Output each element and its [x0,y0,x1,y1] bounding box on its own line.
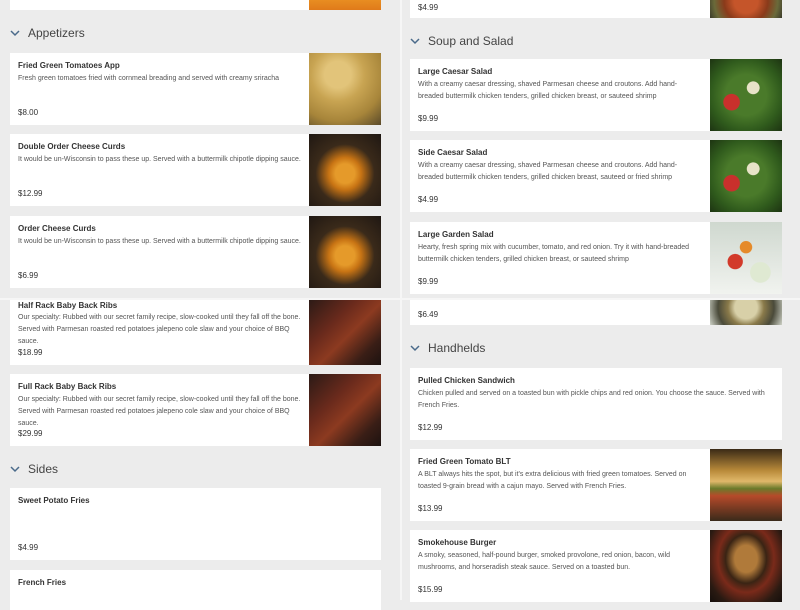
item-price: $6.99 [18,271,39,280]
item-name: Fried Green Tomato BLT [418,457,511,466]
caesar-salad-photo [710,140,782,212]
item-price: $8.00 [18,108,39,117]
menu-item-card[interactable]: Fried Green Tomatoes App Fresh green tom… [10,53,381,125]
menu-column-right: $4.99 Soup and Salad Large Caesar Salad … [402,0,800,602]
section-title: Sides [28,462,59,476]
menu-item-card[interactable]: $6.49 [410,300,782,325]
section-header-appetizers[interactable]: Appetizers [10,26,85,40]
menu-item-card[interactable]: Side Caesar Salad With a creamy caesar d… [410,140,782,212]
item-price: $15.99 [418,585,443,594]
soup-photo [710,0,782,18]
chevron-down-icon [410,38,420,45]
menu-item-card[interactable]: Half Rack Baby Back Ribs Our specialty: … [10,299,381,365]
item-description: Our specialty: Rubbed with our secret fa… [18,396,301,427]
menu-item-card[interactable] [10,0,381,10]
item-name: Sweet Potato Fries [18,496,90,505]
section-title: Handhelds [428,341,486,355]
item-price: $18.99 [18,348,43,357]
item-price: $9.99 [418,114,439,123]
item-description: Chicken pulled and served on a toasted b… [418,390,765,409]
item-price: $12.99 [18,189,43,198]
item-price: $13.99 [418,504,443,513]
item-description: Fresh green tomatoes fried with cornmeal… [18,75,280,82]
item-name: Large Caesar Salad [418,67,493,76]
item-price: $4.99 [18,543,39,552]
soup-bowl-photo [710,300,782,325]
section-header-handhelds[interactable]: Handhelds [410,341,485,355]
item-price: $29.99 [18,429,43,438]
menu-item-card[interactable]: Large Garden Salad Hearty, fresh spring … [410,222,782,294]
item-name: Side Caesar Salad [418,148,488,157]
item-name: Large Garden Salad [418,230,494,239]
item-name: Pulled Chicken Sandwich [418,376,515,385]
menu-column-left: Appetizers Fried Green Tomatoes App Fres… [0,0,400,610]
item-description: It would be un-Wisconsin to pass these u… [18,238,301,245]
chevron-down-icon [10,30,20,37]
chevron-down-icon [10,466,20,473]
item-name: Fried Green Tomatoes App [18,61,120,70]
menu-item-card[interactable]: Large Caesar Salad With a creamy caesar … [410,59,782,131]
menu-item-card[interactable]: Fried Green Tomato BLT A BLT always hits… [410,449,782,521]
item-name: Order Cheese Curds [18,224,96,233]
section-header-sides[interactable]: Sides [10,462,58,476]
garden-salad-photo [710,222,782,294]
menu-item-card[interactable]: French Fries [10,570,381,610]
item-price: $6.49 [418,310,439,319]
menu-item-card[interactable]: Order Cheese Curds It would be un-Wiscon… [10,216,381,288]
item-name: Smokehouse Burger [418,538,497,547]
item-description: A smoky, seasoned, half-pound burger, sm… [418,552,671,571]
item-name: Half Rack Baby Back Ribs [18,301,118,310]
burger-photo [710,530,782,602]
item-price: $9.99 [418,277,439,286]
item-name: French Fries [18,578,67,587]
item-name: Full Rack Baby Back Ribs [18,382,117,391]
item-name: Double Order Cheese Curds [18,142,126,151]
menu-item-card[interactable]: $4.99 [410,0,782,18]
item-price: $4.99 [418,195,439,204]
cheese-curds-photo [309,134,381,206]
item-description: With a creamy caesar dressing, shaved Pa… [418,162,678,181]
item-description: Hearty, fresh spring mix with cucumber, … [418,244,690,263]
chevron-down-icon [410,345,420,352]
ribs-photo [309,374,381,446]
menu-item-card[interactable]: Pulled Chicken Sandwich Chicken pulled a… [410,368,782,440]
menu-item-card[interactable]: Double Order Cheese Curds It would be un… [10,134,381,206]
caesar-salad-photo [710,59,782,131]
menu-item-card[interactable]: Full Rack Baby Back Ribs Our specialty: … [10,374,381,446]
fried-green-tomatoes-photo [309,53,381,125]
blt-photo [710,449,782,521]
item-description: It would be un-Wisconsin to pass these u… [18,156,301,163]
section-header-soup-and-salad[interactable]: Soup and Salad [410,34,513,48]
menu-item-card[interactable]: Sweet Potato Fries $4.99 [10,488,381,560]
food-photo [309,0,381,10]
item-price: $12.99 [418,423,443,432]
item-description: A BLT always hits the spot, but it's ext… [418,471,687,490]
item-description: With a creamy caesar dressing, shaved Pa… [418,81,678,100]
item-description: Our specialty: Rubbed with our secret fa… [18,314,301,345]
ribs-photo [309,299,381,365]
section-title: Appetizers [28,26,85,40]
section-title: Soup and Salad [428,34,514,48]
item-price: $4.99 [418,3,439,12]
cheese-curds-photo [309,216,381,288]
menu-item-card[interactable]: Smokehouse Burger A smoky, seasoned, hal… [410,530,782,602]
